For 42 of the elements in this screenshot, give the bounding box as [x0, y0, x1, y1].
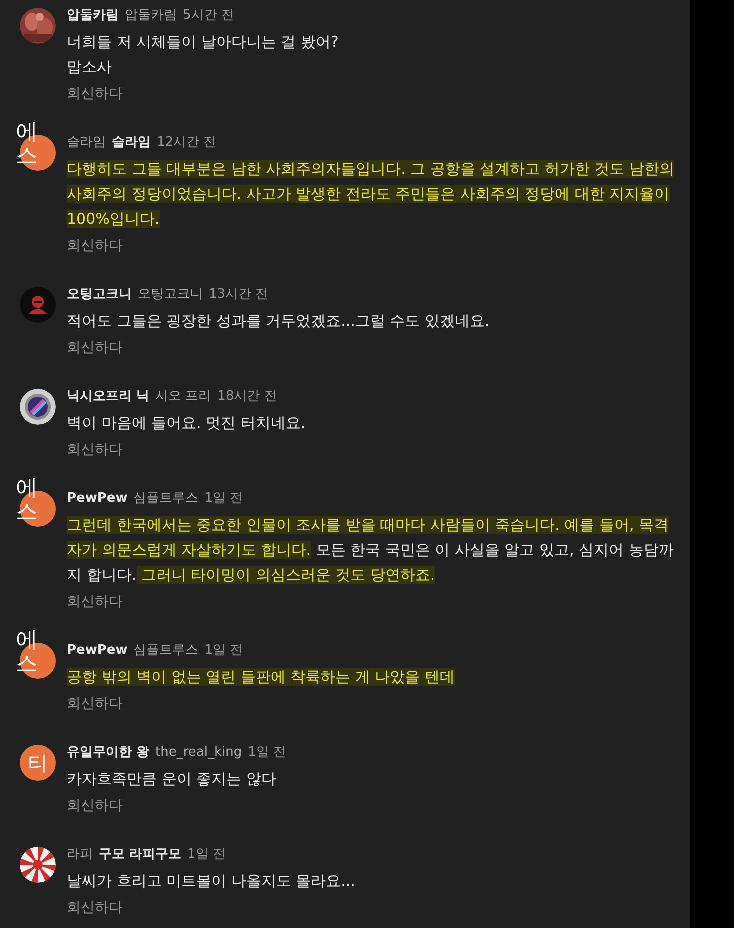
comment-text: 카자흐족만큼 운이 좋지는 않다: [67, 769, 278, 790]
user-handle[interactable]: 심플트루스: [134, 489, 199, 509]
timestamp: 12시간 전: [157, 134, 217, 152]
user-handle[interactable]: 라피: [67, 845, 93, 865]
user-handle[interactable]: 오팅고크니: [138, 285, 203, 305]
timestamp: 1일 전: [204, 490, 244, 508]
reply-button[interactable]: 회신하다: [67, 83, 123, 105]
author-name[interactable]: 구모 라피구모: [99, 845, 182, 865]
user-handle[interactable]: 시오 프리: [156, 387, 212, 407]
reply-button[interactable]: 회신하다: [67, 235, 123, 257]
author-name[interactable]: 압둘카림: [67, 6, 119, 26]
reply-button[interactable]: 회신하다: [67, 591, 123, 613]
comment-text: 공항 밖의 벽이 없는 열린 들판에 착륙하는 게 나았을 텐데: [67, 667, 456, 688]
author-name[interactable]: 오팅고크니: [67, 285, 132, 305]
user-handle[interactable]: the_real_king: [156, 743, 242, 763]
comment-text: 벽이 마음에 들어요. 멋진 터치네요.: [67, 413, 307, 434]
user-handle[interactable]: 심플트루스: [134, 641, 199, 661]
comment-text: 적어도 그들은 굉장한 성과를 거두었겠죠...그럴 수도 있겠네요.: [67, 311, 491, 332]
avatar: 티: [20, 745, 56, 781]
comment-text: 날씨가 흐리고 미트볼이 나올지도 몰라요...: [67, 871, 356, 892]
reply-button[interactable]: 회신하다: [67, 795, 123, 817]
comment-text: 다행히도 그들 대부분은 남한 사회주의자들입니다. 그 공항을 설계하고 허가한 것도 남한의 사회주의 정당이었습니다. 사고가 발생한 전라도 주민들은 사회주의 정당에 대한 지지율이 100%입니다.: [67, 159, 676, 230]
timestamp: 1일 전: [204, 642, 244, 660]
timestamp: 1일 전: [188, 846, 226, 864]
comment-text: 맙소사: [67, 57, 113, 78]
user-handle[interactable]: 슬라임: [67, 133, 106, 153]
user-handle[interactable]: 압둘카림: [125, 6, 177, 26]
timestamp: 13시간 전: [209, 286, 269, 304]
timestamp: 5시간 전: [183, 7, 234, 25]
author-name[interactable]: 슬라임: [112, 133, 151, 153]
comment-text: 그런데 한국에서는 중요한 인물이 조사를 받을 때마다 사람들이 죽습니다. 예를 들어, 목격자가 의문스럽게 자살하기도 합니다. 모든 한국 국민은 이 사실을 알고 있고, 심지어 농담까지 합니다. 그러니 타이밍이 의심스러운 것도 당연하죠.: [67, 515, 675, 586]
author-name[interactable]: 닉시오프리 닉: [67, 387, 150, 407]
reply-button[interactable]: 회신하다: [67, 897, 123, 919]
comment-text: 너희들 저 시체들이 날아다니는 걸 봤어?: [67, 32, 340, 53]
timestamp: 1일 전: [248, 744, 287, 762]
reply-button[interactable]: 회신하다: [67, 439, 123, 461]
reply-button[interactable]: 회신하다: [67, 337, 123, 359]
timestamp: 18시간 전: [218, 388, 278, 406]
reply-button[interactable]: 회신하다: [67, 693, 123, 715]
author-name[interactable]: PewPew: [67, 489, 128, 509]
author-name[interactable]: 유일무이한 왕: [67, 743, 150, 763]
author-name[interactable]: PewPew: [67, 641, 128, 661]
